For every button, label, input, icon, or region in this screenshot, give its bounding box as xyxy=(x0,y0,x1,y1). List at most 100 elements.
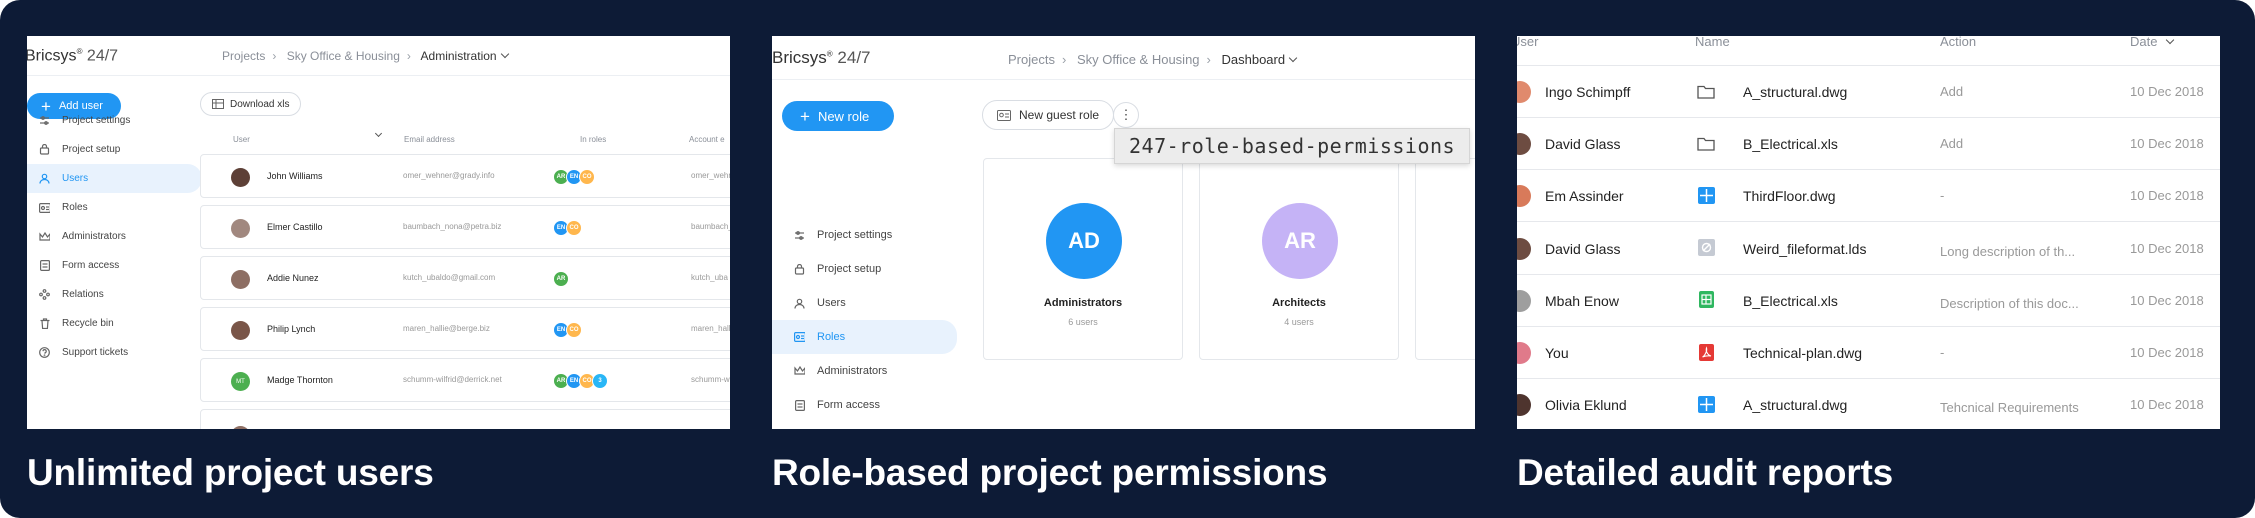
sidebar-item-roles[interactable]: Roles xyxy=(27,193,202,222)
role-card-partial[interactable] xyxy=(1415,158,1475,360)
audit-date: 10 Dec 2018 xyxy=(2130,136,2204,152)
avatar xyxy=(231,321,250,340)
sidebar-item-form-access[interactable]: Form access xyxy=(772,388,957,422)
audit-user: You xyxy=(1545,345,1569,361)
role-badges: EN CO xyxy=(553,322,582,338)
breadcrumb-project[interactable]: Sky Office & Housing xyxy=(1077,52,1200,67)
audit-date: 10 Dec 2018 xyxy=(2130,188,2204,204)
sidebar-item-administrators[interactable]: Administrators xyxy=(772,354,957,388)
role-badges: AR EN CO xyxy=(553,169,595,185)
sheet-icon xyxy=(1697,291,1715,309)
sidebar-item-relations[interactable]: Relations xyxy=(27,280,202,309)
file-name[interactable]: Technical-plan.dwg xyxy=(1743,345,1862,361)
role-card-architects[interactable]: AR Architects 4 users xyxy=(1199,158,1399,360)
breadcrumb-project[interactable]: Sky Office & Housing xyxy=(287,49,400,63)
col-account[interactable]: Account e xyxy=(689,135,725,144)
audit-action: Long description of th... xyxy=(1940,243,2076,259)
sidebar-item-project-settings[interactable]: Project settings xyxy=(772,218,957,252)
audit-date: 10 Dec 2018 xyxy=(2130,240,2204,256)
table-row[interactable]: MT Madge Thornton schumm-wilfrid@derrick.n… xyxy=(200,358,730,402)
sidebar-item-users[interactable]: Users xyxy=(772,286,957,320)
col-email[interactable]: Email address xyxy=(404,135,455,144)
sidebar-item-relations[interactable]: Relations xyxy=(772,422,957,429)
breadcrumb-current[interactable]: Dashboard xyxy=(1222,52,1286,67)
col-action[interactable]: Action xyxy=(1940,36,1976,49)
table-row[interactable]: Addie Nunez kutch_ubaldo@gmail.com kutch_u… xyxy=(200,256,730,300)
avatar xyxy=(1517,185,1531,208)
support-icon xyxy=(39,347,50,358)
kebab-icon: ⋮ xyxy=(1119,107,1133,122)
table-row[interactable]: Olivia Eklund A_structural.dwg Tehcnical R… xyxy=(1517,379,2220,429)
breadcrumb-projects[interactable]: Projects xyxy=(222,49,265,63)
more-options-button[interactable]: ⋮ xyxy=(1113,102,1139,128)
role-user-count: 4 users xyxy=(1284,317,1314,327)
col-date[interactable]: Date xyxy=(2130,36,2175,49)
audit-user: Mbah Enow xyxy=(1545,292,1619,309)
avatar xyxy=(1517,237,1531,260)
sidebar-item-project-settings[interactable]: Project settings xyxy=(27,106,202,135)
folder-icon xyxy=(1697,82,1715,100)
file-name[interactable]: A_structural.dwg xyxy=(1743,397,1847,413)
role-badge: 3 xyxy=(592,373,608,389)
table-row[interactable]: Ingo Schimpff A_structural.dwg Add 10 Dec 2… xyxy=(1517,66,2220,118)
sidebar-item-label: Form access xyxy=(817,399,880,411)
role-badges: AR EN CO 3 xyxy=(553,373,608,389)
role-card-administrators[interactable]: AD Administrators 6 users xyxy=(983,158,1183,360)
audit-action: Add xyxy=(1940,84,1964,99)
audit-action: Description of this doc... xyxy=(1940,295,2079,311)
avatar: MT xyxy=(231,372,250,391)
sidebar-item-label: Project setup xyxy=(817,263,882,275)
id-card-icon xyxy=(39,202,50,213)
col-user[interactable]: User xyxy=(233,135,250,144)
audit-user: David Glass xyxy=(1545,240,1621,257)
table-row[interactable]: Em Assinder ThirdFloor.dwg - 10 Dec 2018 xyxy=(1517,170,2220,223)
table-row[interactable] xyxy=(200,409,730,429)
table-row[interactable]: Mbah Enow B_Electrical.xls Description of … xyxy=(1517,275,2220,327)
folder-icon xyxy=(1697,134,1715,152)
audit-action: - xyxy=(1940,188,1945,204)
avatar xyxy=(231,168,250,187)
table-row[interactable]: You Technical-plan.dwg - 10 Dec 2018 xyxy=(1517,327,2220,379)
sidebar-item-project-setup[interactable]: Project setup xyxy=(772,252,957,286)
chevron-down-icon xyxy=(2166,36,2175,45)
col-name[interactable]: Name xyxy=(1695,36,1730,49)
table-row[interactable]: David Glass B_Electrical.xls Add 10 Dec 201… xyxy=(1517,118,2220,171)
new-role-button[interactable]: + New role xyxy=(782,101,894,131)
brand-logo: Bricsys® 24/7 xyxy=(772,48,871,67)
sidebar-item-roles[interactable]: Roles xyxy=(772,320,957,354)
breadcrumb-projects[interactable]: Projects xyxy=(1008,52,1055,67)
col-user[interactable]: User xyxy=(1517,36,1538,49)
table-row[interactable]: David Glass Weird_fileformat.lds Long desc… xyxy=(1517,223,2220,275)
unknown-file-icon xyxy=(1697,239,1715,257)
sidebar-item-users[interactable]: Users xyxy=(27,164,202,193)
sidebar-item-label: Users xyxy=(817,297,846,309)
role-avatar: AR xyxy=(1262,203,1338,279)
table-row[interactable]: John Williams omer_wehner@grady.info omer_… xyxy=(200,154,730,198)
file-name[interactable]: A_structural.dwg xyxy=(1743,84,1847,100)
sort-chevron-icon[interactable] xyxy=(371,129,383,141)
file-name[interactable]: ThirdFloor.dwg xyxy=(1743,188,1836,204)
user-email: maren_hallie@berge.biz xyxy=(403,324,490,333)
avatar xyxy=(1517,342,1531,364)
new-guest-role-button[interactable]: New guest role xyxy=(982,100,1115,130)
col-roles[interactable]: In roles xyxy=(580,135,606,144)
sidebar-item-form-access[interactable]: Form access xyxy=(27,251,202,280)
sidebar-item-support-tickets[interactable]: Support tickets xyxy=(27,338,202,367)
user-name: John Williams xyxy=(267,171,323,181)
file-name[interactable]: B_Electrical.xls xyxy=(1743,293,1838,309)
relations-icon xyxy=(39,289,50,300)
breadcrumb-current[interactable]: Administration xyxy=(421,49,497,63)
user-email: kutch_ubaldo@gmail.com xyxy=(403,273,496,282)
table-row[interactable]: Elmer Castillo baumbach_nona@petra.biz bau… xyxy=(200,205,730,249)
sidebar-item-recycle-bin[interactable]: Recycle bin xyxy=(27,309,202,338)
brand-logo: Bricsys® 24/7 xyxy=(27,47,119,65)
download-xls-button[interactable]: Download xls xyxy=(200,92,302,116)
crown-icon xyxy=(794,366,805,377)
file-name[interactable]: Weird_fileformat.lds xyxy=(1743,241,1866,257)
avatar xyxy=(1517,81,1531,103)
sidebar-item-administrators[interactable]: Administrators xyxy=(27,222,202,251)
table-row[interactable]: Philip Lynch maren_hallie@berge.biz maren_… xyxy=(200,307,730,351)
user-name: Madge Thornton xyxy=(267,375,333,385)
file-name[interactable]: B_Electrical.xls xyxy=(1743,136,1838,152)
sidebar-item-project-setup[interactable]: Project setup xyxy=(27,135,202,164)
